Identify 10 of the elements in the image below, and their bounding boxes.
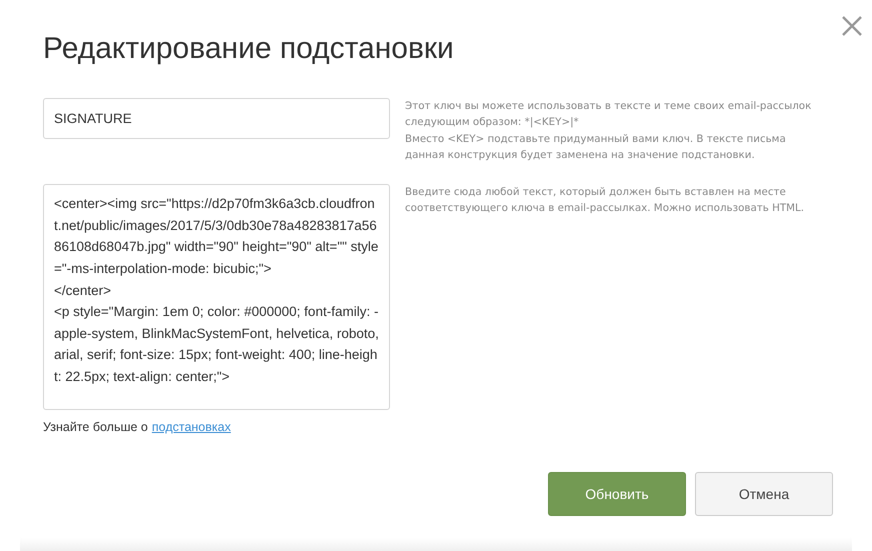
close-button[interactable] [840,14,864,38]
cancel-button[interactable]: Отмена [695,472,833,516]
value-text-area[interactable]: <center><img src="https://d2p70fm3k6a3cb.cloudfront.net/public/images/2017/5/3/0db30e78a48283817a5686108d68047b.jpg" width="90" height="90" alt="" style="-ms-interpolation-mode: bicubic;"> </center> <p style="Margin: 1em 0; color: #000000; font-family: -apple-system, BlinkMacSystemFont, helvetica, roboto, arial, serif; font-size: 15px; font-weight: 400; line-height: 22.5px; text-align: center;"> [43,184,390,410]
learn-more-text: Узнайте больше о [43,420,148,434]
dialog-title: Редактирование подстановки [43,32,454,66]
key-input-field[interactable]: SIGNATURE [43,98,390,139]
substitutions-link[interactable]: подстановках [152,420,231,434]
close-icon [840,14,864,38]
key-help-text: Этот ключ вы можете использовать в тексте и теме своих email-рассылок следующим образом: *|<KEY>|* Вместо <KEY> подставьте придуманный вами ключ. В тексте письма данная конструкция будет заменена на значение подстановки. [405,99,812,163]
value-help-text: Введите сюда любой текст, который должен быть вставлен на месте соответствующего ключа в email-рассылках. Можно использовать HTML. [405,185,806,216]
